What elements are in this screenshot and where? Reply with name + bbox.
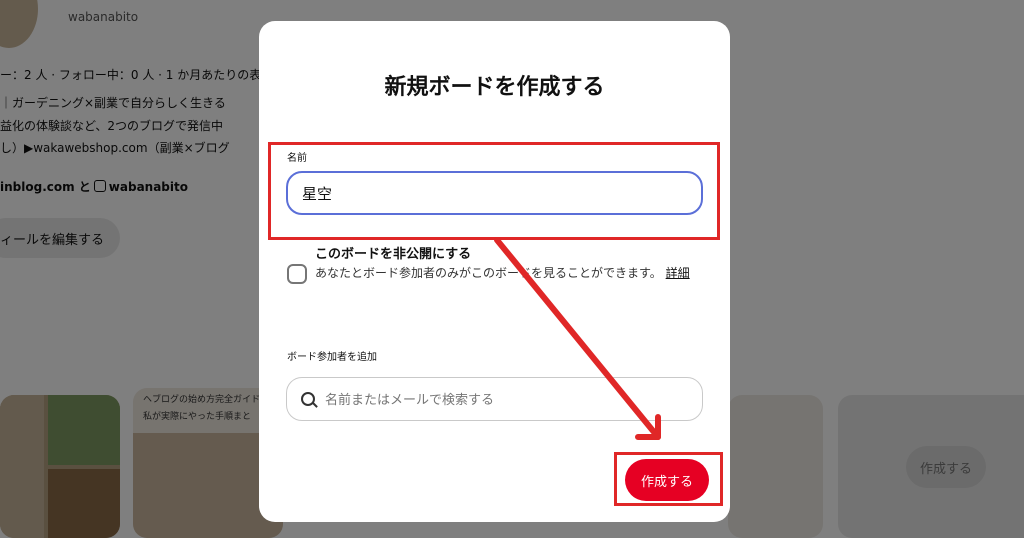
secret-checkbox[interactable] <box>287 264 307 284</box>
secret-detail-link[interactable]: 詳細 <box>666 266 690 280</box>
secret-desc-text: あなたとボード参加者のみがこのボードを見ることができます。 <box>315 266 662 280</box>
secret-description: あなたとボード参加者のみがこのボードを見ることができます。 詳細 <box>315 263 710 284</box>
highlight-box-name <box>268 142 720 240</box>
secret-title: このボードを非公開にする <box>315 247 472 262</box>
collaborator-search-box[interactable] <box>286 377 703 422</box>
highlight-box-create <box>614 452 723 506</box>
create-board-modal: 新規ボードを作成する 名前 このボードを非公開にする あなたとボード参加者のみが… <box>259 21 730 522</box>
collaborator-label: ボード参加者を追加 <box>287 352 377 363</box>
modal-title: 新規ボードを作成する <box>384 75 605 100</box>
search-icon <box>301 392 315 406</box>
collaborator-search-input[interactable] <box>323 378 697 422</box>
